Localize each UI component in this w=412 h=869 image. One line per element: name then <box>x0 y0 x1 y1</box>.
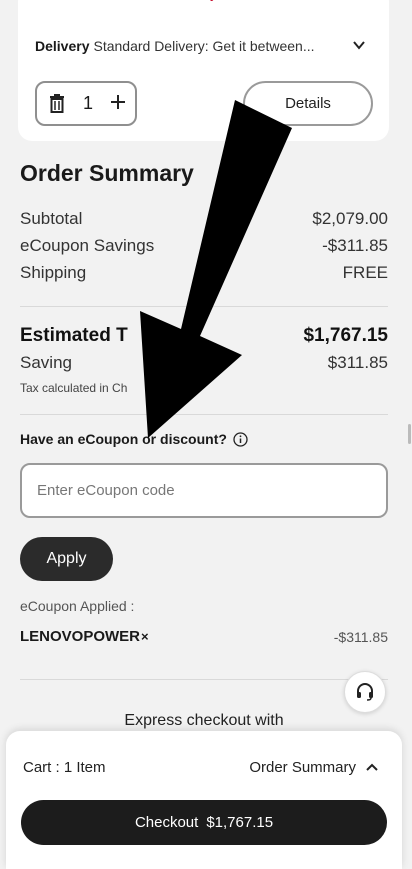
remove-coupon-icon[interactable]: × <box>141 629 149 644</box>
quantity-stepper: 1 <box>35 81 137 126</box>
quantity-value: 1 <box>83 93 94 113</box>
availability-text: only <box>190 0 218 2</box>
shipping-row: Shipping FREE <box>20 263 388 283</box>
saving-value: $311.85 <box>327 353 388 372</box>
checkout-bottom-sheet: Cart : 1 Item Order Summary Checkout $1,… <box>6 731 402 869</box>
support-button[interactable] <box>344 671 386 713</box>
saving-label: Saving <box>20 353 72 372</box>
shipping-value: FREE <box>342 263 388 282</box>
chevron-up-icon <box>366 763 378 771</box>
info-icon[interactable] <box>233 431 248 447</box>
delivery-value: Standard Delivery: Get it between... <box>93 38 315 54</box>
tax-note: Tax calculated in Ch <box>20 381 128 395</box>
subtotal-value: $2,079.00 <box>312 209 388 228</box>
checkout-total: $1,767.15 <box>206 814 274 831</box>
divider <box>20 306 388 307</box>
cart-count: Cart : 1 Item <box>23 759 106 776</box>
applied-coupon-code: LENOVOPOWER× <box>20 628 149 645</box>
apply-button[interactable]: Apply <box>20 537 113 581</box>
delivery-label: Delivery <box>35 38 90 54</box>
subtotal-row: Subtotal $2,079.00 <box>20 209 388 229</box>
applied-coupon-value: -$311.85 <box>333 628 388 645</box>
delivery-row[interactable]: Delivery Standard Delivery: Get it betwe… <box>35 36 375 56</box>
express-checkout-text: Express checkout with <box>124 712 284 729</box>
subtotal-label: Subtotal <box>20 209 83 228</box>
order-summary-toggle-label: Order Summary <box>249 759 356 776</box>
estimated-total-row: Estimated T $1,767.15 <box>20 325 388 347</box>
scrollbar[interactable] <box>408 424 411 444</box>
order-summary-toggle[interactable]: Order Summary <box>249 759 378 776</box>
coupon-question: Have an eCoupon or discount? <box>20 431 248 447</box>
divider <box>20 679 388 680</box>
divider <box>20 414 388 415</box>
shipping-label: Shipping <box>20 263 87 282</box>
applied-coupon-row: LENOVOPOWER× -$311.85 <box>20 628 388 645</box>
checkout-label: Checkout <box>134 814 199 831</box>
coupon-question-text: Have an eCoupon or discount? <box>20 431 227 447</box>
headset-icon <box>357 683 373 701</box>
chevron-down-icon[interactable] <box>352 38 366 52</box>
ecoupon-savings-label: eCoupon Savings <box>20 236 155 255</box>
trash-icon[interactable] <box>49 94 65 113</box>
coupon-code-text: LENOVOPOWER <box>20 628 141 645</box>
checkout-button[interactable]: Checkout $1,767.15 <box>21 800 387 845</box>
details-button[interactable]: Details <box>243 81 373 126</box>
order-summary-title: Order Summary <box>20 160 194 186</box>
estimated-total-value: $1,767.15 <box>303 325 388 346</box>
ecoupon-savings-row: eCoupon Savings -$311.85 <box>20 236 388 256</box>
ecoupon-input[interactable] <box>20 463 388 518</box>
ecoupon-savings-value: -$311.85 <box>322 236 388 255</box>
estimated-total-label: Estimated T <box>20 325 128 346</box>
saving-row: Saving $311.85 <box>20 353 388 373</box>
ecoupon-applied-label: eCoupon Applied : <box>20 598 135 614</box>
plus-icon[interactable] <box>109 93 127 111</box>
